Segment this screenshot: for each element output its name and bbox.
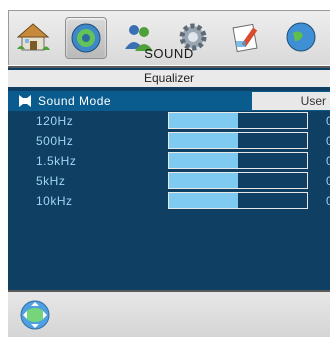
band-slider-fill	[169, 173, 238, 188]
band-value: 0	[326, 154, 330, 168]
band-value: 0	[326, 114, 330, 128]
band-value: 0	[326, 174, 330, 188]
tv-menu-screen: SOUND Equalizer Sound Mode User 120Hz 0 …	[0, 0, 330, 337]
sound-mode-row[interactable]: Sound Mode User	[8, 91, 330, 111]
band-label: 500Hz	[36, 134, 74, 148]
band-slider[interactable]	[168, 152, 308, 169]
section-title: SOUND	[144, 46, 194, 61]
eq-band-5khz[interactable]: 5kHz 0	[8, 171, 330, 191]
sound-mode-value[interactable]: User	[252, 92, 330, 110]
band-label: 120Hz	[36, 114, 74, 128]
sound-mode-label: Sound Mode	[38, 94, 112, 108]
sound-mode-value-text: User	[300, 94, 326, 108]
band-slider-fill	[169, 113, 238, 128]
band-slider-fill	[169, 133, 238, 148]
band-slider-fill	[169, 153, 238, 168]
band-slider[interactable]	[168, 112, 308, 129]
band-slider[interactable]	[168, 132, 308, 149]
band-value: 0	[326, 194, 330, 208]
band-label: 5kHz	[36, 174, 66, 188]
eq-band-500hz[interactable]: 500Hz 0	[8, 131, 330, 151]
navigation-arrows-icon	[20, 300, 50, 330]
eq-band-10khz[interactable]: 10kHz 0	[8, 191, 330, 211]
speaker-icon	[19, 95, 31, 107]
band-slider[interactable]	[168, 192, 308, 209]
band-slider-fill	[169, 193, 238, 208]
band-value: 0	[326, 134, 330, 148]
bottom-bar	[8, 292, 330, 337]
equalizer-header: Equalizer	[8, 70, 330, 87]
eq-band-120hz[interactable]: 120Hz 0	[8, 111, 330, 131]
band-slider[interactable]	[168, 172, 308, 189]
band-label: 10kHz	[36, 194, 73, 208]
eq-band-1-5khz[interactable]: 1.5kHz 0	[8, 151, 330, 171]
band-label: 1.5kHz	[36, 154, 77, 168]
equalizer-panel: Equalizer Sound Mode User 120Hz 0 500Hz …	[8, 68, 330, 290]
